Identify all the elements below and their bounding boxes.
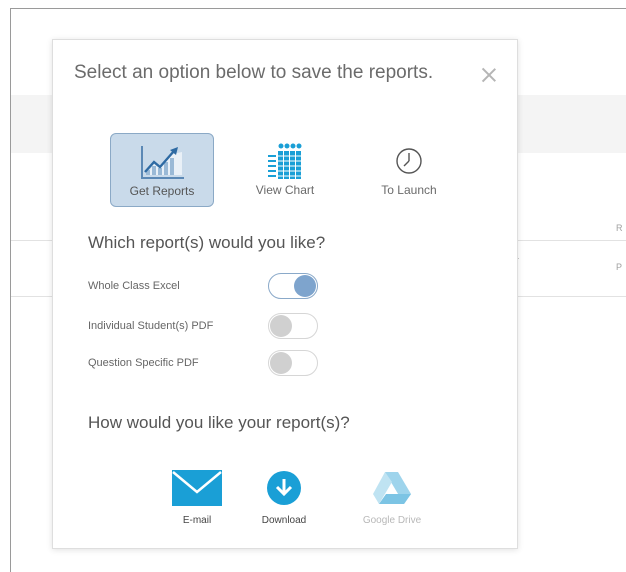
clock-icon (389, 141, 429, 186)
report-option-row: Individual Student(s) PDF (88, 313, 328, 341)
background-column-label: R (616, 223, 623, 233)
reports-heading: Which report(s) would you like? (88, 233, 326, 252)
close-icon[interactable] (479, 65, 499, 85)
delivery-heading: How would you like your report(s)? (88, 413, 350, 432)
tab-view-chart[interactable]: View Chart (234, 133, 336, 205)
destination-label: E-mail (182, 515, 212, 526)
destination-label: Download (261, 515, 307, 526)
email-button[interactable]: E-mail (152, 470, 242, 530)
download-button[interactable]: Download (239, 470, 329, 530)
question-specific-pdf-toggle[interactable] (268, 350, 318, 376)
tab-to-launch[interactable]: To Launch (358, 133, 460, 205)
tab-label: To Launch (381, 183, 437, 197)
dialog-title: Select an option below to save the repor… (74, 62, 434, 83)
google-drive-button[interactable]: Google Drive (347, 470, 437, 530)
whole-class-excel-toggle[interactable] (268, 273, 318, 299)
individual-student-pdf-toggle[interactable] (268, 313, 318, 339)
report-option-label: Individual Student(s) PDF (88, 320, 214, 332)
google-drive-icon (372, 470, 412, 511)
download-icon (266, 470, 302, 511)
report-option-label: Whole Class Excel (88, 280, 180, 292)
envelope-icon (172, 470, 222, 511)
tab-label: Get Reports (129, 184, 195, 198)
save-reports-dialog: Select an option below to save the repor… (52, 39, 518, 549)
line-chart-icon (138, 142, 186, 187)
grid-chart-icon (263, 141, 307, 186)
report-option-row: Question Specific PDF (88, 350, 328, 378)
tab-label: View Chart (255, 183, 315, 197)
background-column-label: P (616, 262, 623, 272)
toggle-knob (270, 352, 292, 374)
report-option-row: Whole Class Excel (88, 273, 328, 301)
toggle-knob (294, 275, 316, 297)
tab-get-reports[interactable]: Get Reports (110, 133, 214, 207)
destination-label: Google Drive (362, 515, 422, 526)
toggle-knob (270, 315, 292, 337)
report-option-label: Question Specific PDF (88, 357, 199, 369)
